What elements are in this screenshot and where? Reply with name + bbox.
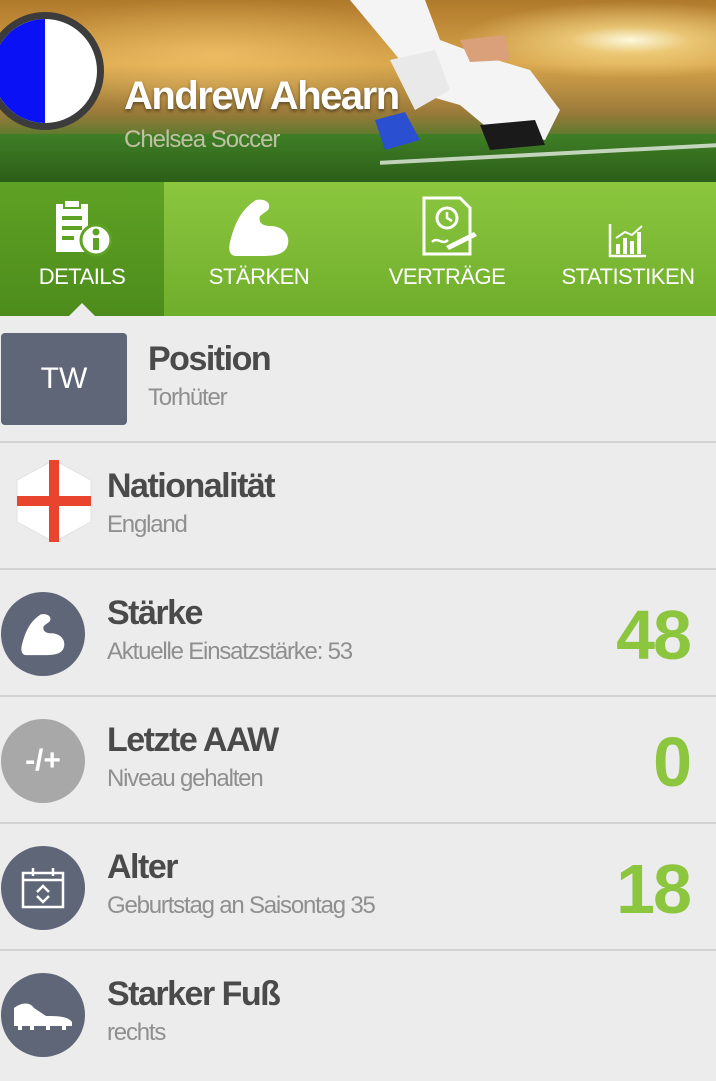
foot-title: Starker Fuß bbox=[107, 975, 281, 1013]
strength-subtitle: Aktuelle Einsatzstärke: 53 bbox=[107, 638, 353, 665]
strength-value: 48 bbox=[616, 596, 692, 674]
document-info-icon bbox=[56, 199, 113, 257]
tab-details-label: DETAILS bbox=[38, 264, 126, 289]
nationality-value: England bbox=[107, 511, 188, 538]
list-item-last-aaw[interactable]: -/+ Letzte AAW Niveau gehalten 0 bbox=[0, 697, 716, 824]
list-item-position[interactable]: TW Position Torhüter bbox=[0, 316, 716, 443]
age-value: 18 bbox=[616, 850, 692, 928]
last-aaw-value: 0 bbox=[653, 723, 692, 801]
age-icon-circle bbox=[1, 846, 85, 930]
last-aaw-title: Letzte AAW bbox=[107, 721, 279, 759]
contract-clock-icon bbox=[422, 196, 477, 256]
club-avatar bbox=[0, 12, 104, 130]
list-item-foot[interactable]: Starker Fuß rechts bbox=[0, 951, 716, 1078]
tab-strengths-label: STÄRKEN bbox=[208, 264, 310, 289]
list-item-nationality[interactable]: Nationalität England bbox=[0, 443, 716, 570]
nationality-title: Nationalität bbox=[107, 467, 276, 505]
list-item-age[interactable]: Alter Geburtstag an Saisontag 35 18 bbox=[0, 824, 716, 951]
aaw-badge-icon: -/+ bbox=[1, 719, 85, 803]
calendar-icon bbox=[21, 868, 65, 909]
tab-bar: DETAILS STÄRKEN VERTRÄGE STATISTIKEN bbox=[0, 182, 716, 317]
tab-statistics-label: STATISTIKEN bbox=[561, 264, 695, 289]
strength-title: Stärke bbox=[107, 594, 203, 632]
tab-contracts[interactable]: VERTRÄGE bbox=[354, 182, 540, 316]
tab-statistics[interactable]: STATISTIKEN bbox=[540, 182, 716, 316]
age-title: Alter bbox=[107, 848, 178, 886]
foot-value: rechts bbox=[107, 1019, 166, 1046]
player-name: Andrew Ahearn bbox=[124, 74, 400, 118]
age-subtitle: Geburtstag an Saisontag 35 bbox=[107, 892, 376, 919]
last-aaw-subtitle: Niveau gehalten bbox=[107, 765, 264, 792]
tab-details[interactable]: DETAILS bbox=[0, 182, 164, 317]
tab-strengths[interactable]: STÄRKEN bbox=[164, 182, 354, 316]
flexed-arm-icon bbox=[229, 199, 289, 256]
football-boot-icon bbox=[14, 1003, 72, 1030]
tab-contracts-label: VERTRÄGE bbox=[388, 264, 506, 289]
details-list: TW Position Torhüter Nationalität Englan… bbox=[0, 316, 716, 1078]
club-color-left bbox=[0, 19, 45, 123]
flexed-arm-icon bbox=[21, 614, 65, 656]
club-name: Chelsea Soccer bbox=[124, 126, 280, 153]
position-value: Torhüter bbox=[148, 384, 228, 411]
position-badge: TW bbox=[1, 333, 127, 425]
profile-header: Andrew Ahearn Chelsea Soccer bbox=[0, 0, 716, 182]
england-flag-icon bbox=[16, 459, 92, 543]
strength-icon-circle bbox=[1, 592, 85, 676]
list-item-strength[interactable]: Stärke Aktuelle Einsatzstärke: 53 48 bbox=[0, 570, 716, 697]
foot-icon-circle bbox=[1, 973, 85, 1057]
bar-chart-icon bbox=[608, 224, 646, 258]
position-title: Position bbox=[148, 340, 272, 378]
